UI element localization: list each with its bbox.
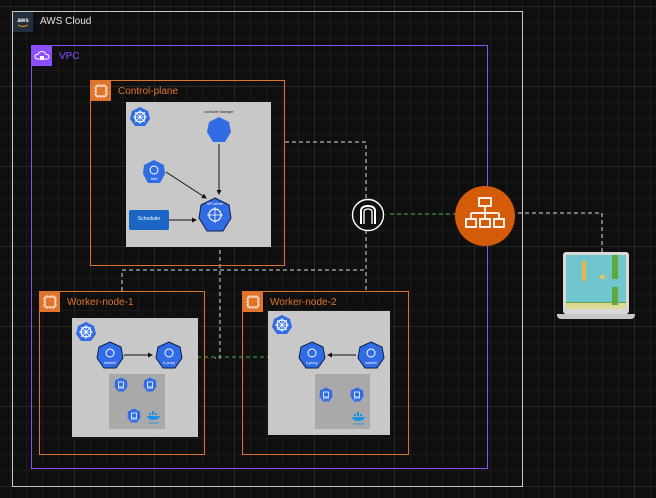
vpc-label: VPC (59, 51, 80, 62)
svg-text:aws: aws (17, 18, 29, 24)
docker-icon (147, 411, 160, 420)
ec2-chip-icon (243, 292, 263, 312)
ec2-chip-icon (91, 81, 111, 101)
vpc-icon (32, 46, 52, 66)
pods-container: pod pod docker (315, 374, 370, 429)
aws-logo-icon: aws (13, 12, 33, 32)
pod-a-label: pod (118, 386, 124, 390)
pod-b-label: pod (147, 386, 153, 390)
pod-a-label: pod (323, 396, 329, 400)
flappy-bird-game-screen (566, 255, 626, 309)
bird-icon (600, 275, 605, 279)
control-plane-arrows (165, 144, 222, 223)
worker-node-2-panel: k-proxy kubelet pod pod docker (268, 311, 390, 435)
worker-node-1-panel: Kubelet K-proxy pod pod pod docker (72, 318, 198, 437)
pod-c-label: pod (131, 417, 137, 421)
worker-node-1-label: Worker-node-1 (67, 297, 134, 308)
elastic-load-balancer-icon (455, 186, 515, 246)
worker-node-2-label: Worker-node-2 (270, 297, 337, 308)
control-plane-panel: controller Manager etcd API server Sched… (126, 102, 271, 247)
ec2-chip-icon (40, 292, 60, 312)
pod-b-label: pod (354, 396, 360, 400)
pods-container: pod pod pod docker (109, 374, 165, 429)
control-plane-label: Control-plane (118, 86, 179, 97)
docker-icon (352, 412, 365, 421)
laptop-icon (557, 252, 655, 322)
docker-label: docker (148, 421, 160, 425)
docker-label: docker (353, 422, 365, 426)
line-lb-to-laptop (518, 212, 603, 252)
aws-cloud-label: AWS Cloud (40, 16, 92, 27)
internet-gateway-icon (351, 198, 385, 232)
